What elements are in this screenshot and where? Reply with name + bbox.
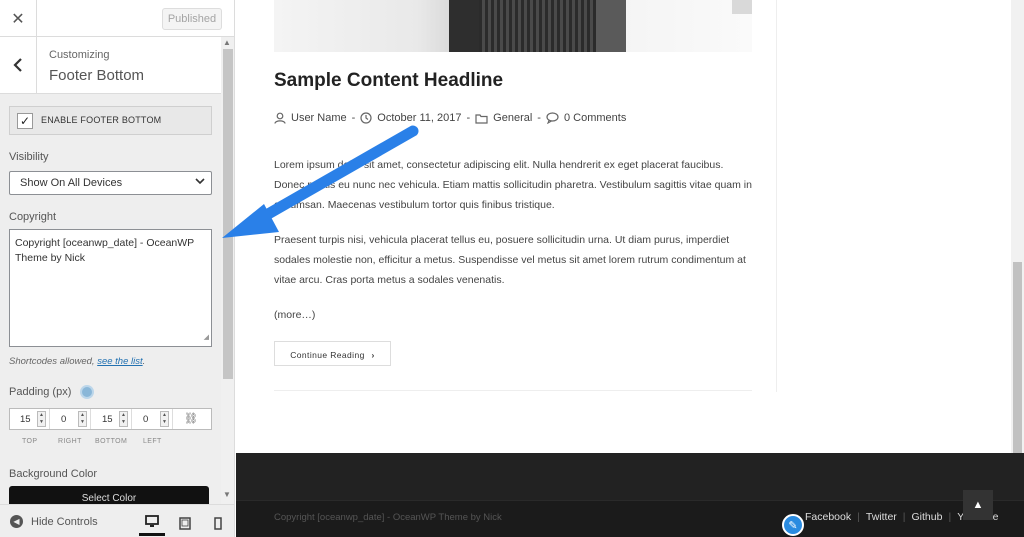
chevron-down-icon [195, 176, 205, 188]
footer-bottom: Copyright [oceanwp_date] - OceanWP Theme… [236, 500, 1024, 537]
scroll-to-top-button[interactable]: ▲ [963, 490, 993, 520]
shortcodes-period: . [142, 356, 146, 367]
spinner-icon[interactable]: ▲ ▼ [160, 411, 169, 427]
background-color-label: Background Color [9, 468, 98, 480]
copyright-label: Copyright [9, 211, 57, 223]
hide-controls-label: Hide Controls [31, 515, 98, 528]
user-icon [274, 112, 286, 124]
scrollbar-thumb[interactable] [223, 49, 233, 379]
comment-icon [546, 112, 559, 124]
padding-right-input[interactable]: 0 ▲ ▼ [51, 409, 91, 429]
shortcodes-link[interactable]: see the list [97, 356, 142, 367]
menu-divider: | [902, 511, 906, 523]
visibility-select[interactable]: Show On All Devices [9, 171, 212, 195]
mobile-preview-button[interactable] [205, 510, 231, 536]
hide-controls-button[interactable]: ◀ Hide Controls [10, 515, 98, 528]
link-values-icon[interactable]: ⛓ [184, 412, 198, 425]
visibility-value: Show On All Devices [20, 177, 123, 189]
padding-inputs: 15 ▲ ▼ 0 ▲ ▼ 15 ▲ ▼ 0 ▲ ▼ ⛓ [9, 408, 212, 430]
sidebar-divider [776, 0, 777, 392]
sidebar-footer: ◀ Hide Controls [0, 504, 234, 537]
published-button[interactable]: Published [162, 8, 222, 30]
tablet-icon [179, 516, 191, 530]
padding-top-input[interactable]: 15 ▲ ▼ [10, 409, 50, 429]
post-author[interactable]: User Name [291, 112, 347, 124]
post-excerpt-paragraph: Lorem ipsum dolor sit amet, consectetur … [274, 159, 752, 211]
menu-divider: | [948, 511, 952, 523]
visibility-label: Visibility [9, 151, 49, 163]
padding-right-value: 0 [61, 414, 67, 425]
meta-separator: - [466, 112, 471, 124]
post-meta: User Name - October 11, 2017 - General -… [274, 112, 626, 124]
scroll-up-icon[interactable]: ▲ [223, 38, 231, 47]
sidebar-scrollbar[interactable]: ▲ ▼ [221, 37, 234, 504]
meta-separator: - [537, 112, 541, 124]
tablet-preview-button[interactable] [172, 510, 198, 536]
resize-handle-icon[interactable]: ◢ [204, 330, 209, 345]
padding-label: Padding (px) [9, 386, 72, 398]
folder-icon [475, 113, 488, 124]
more-link[interactable]: (more…) [274, 309, 315, 321]
footer-link-twitter[interactable]: Twitter [866, 511, 897, 523]
clock-icon [360, 112, 372, 124]
info-icon[interactable] [80, 385, 94, 399]
site-preview: Sample Content Headline User Name - Octo… [236, 0, 1024, 537]
scroll-down-icon[interactable]: ▼ [223, 490, 231, 499]
scrollbar-thumb[interactable] [1013, 262, 1022, 453]
padding-top-value: 15 [20, 414, 31, 425]
post-title[interactable]: Sample Content Headline [274, 70, 503, 92]
copyright-text: Copyright [oceanwp_date] - OceanWP Theme… [15, 237, 194, 264]
padding-bottom-label: BOTTOM [95, 438, 128, 445]
article-divider [274, 390, 752, 391]
chevron-left-icon [13, 58, 22, 72]
shortcodes-text: Shortcodes allowed, [9, 356, 95, 367]
section-title: Footer Bottom [49, 67, 145, 84]
featured-image[interactable] [274, 0, 752, 52]
preview-scrollbar[interactable] [1011, 0, 1024, 453]
post-category[interactable]: General [493, 112, 532, 124]
spinner-icon[interactable]: ▲ ▼ [119, 411, 128, 427]
checkbox-checked-icon[interactable]: ✓ [17, 113, 33, 129]
padding-right-label: RIGHT [58, 438, 82, 445]
chevron-up-icon: ▲ [972, 499, 984, 511]
padding-left-label: LEFT [143, 438, 162, 445]
mobile-icon [214, 516, 222, 530]
footer-copyright: Copyright [oceanwp_date] - OceanWP Theme… [274, 512, 502, 523]
desktop-icon [145, 515, 159, 527]
post-date: October 11, 2017 [377, 112, 462, 124]
back-button[interactable] [0, 37, 37, 93]
shortcodes-note: Shortcodes allowed, see the list. [9, 356, 145, 367]
breadcrumb: Customizing [49, 49, 110, 61]
copyright-textarea[interactable]: Copyright [oceanwp_date] - OceanWP Theme… [9, 229, 212, 347]
enable-footer-bottom-label: ENABLE FOOTER BOTTOM [41, 115, 162, 125]
collapse-icon: ◀ [10, 515, 23, 528]
padding-top-label: TOP [22, 438, 38, 445]
section-header: Customizing Footer Bottom [0, 37, 221, 94]
footer-link-github[interactable]: Github [912, 511, 943, 523]
footer-link-facebook[interactable]: Facebook [805, 511, 851, 523]
close-icon[interactable]: ✕ [0, 0, 37, 37]
spinner-icon[interactable]: ▲ ▼ [37, 411, 46, 427]
continue-reading-label: Continue Reading [290, 350, 365, 360]
spinner-icon[interactable]: ▲ ▼ [78, 411, 87, 427]
padding-bottom-input[interactable]: 15 ▲ ▼ [92, 409, 132, 429]
customizer-sidebar: ✕ Published Customizing Footer Bottom ▲ … [0, 0, 235, 537]
menu-divider: | [857, 511, 860, 523]
chevron-right-icon: › [371, 350, 375, 360]
continue-reading-button[interactable]: Continue Reading › [274, 341, 391, 366]
post-comments[interactable]: 0 Comments [564, 112, 626, 124]
sidebar-header: ✕ Published [0, 0, 234, 37]
edit-shortcut-pencil-icon[interactable]: ✎ [782, 514, 804, 536]
post-excerpt-paragraph: Praesent turpis nisi, vehicula placerat … [274, 234, 746, 286]
meta-separator: - [351, 112, 356, 124]
padding-bottom-value: 15 [102, 414, 113, 425]
desktop-preview-button[interactable] [139, 510, 165, 536]
enable-footer-bottom-toggle[interactable]: ✓ ENABLE FOOTER BOTTOM [9, 106, 212, 135]
padding-left-input[interactable]: 0 ▲ ▼ [133, 409, 173, 429]
padding-left-value: 0 [143, 414, 149, 425]
